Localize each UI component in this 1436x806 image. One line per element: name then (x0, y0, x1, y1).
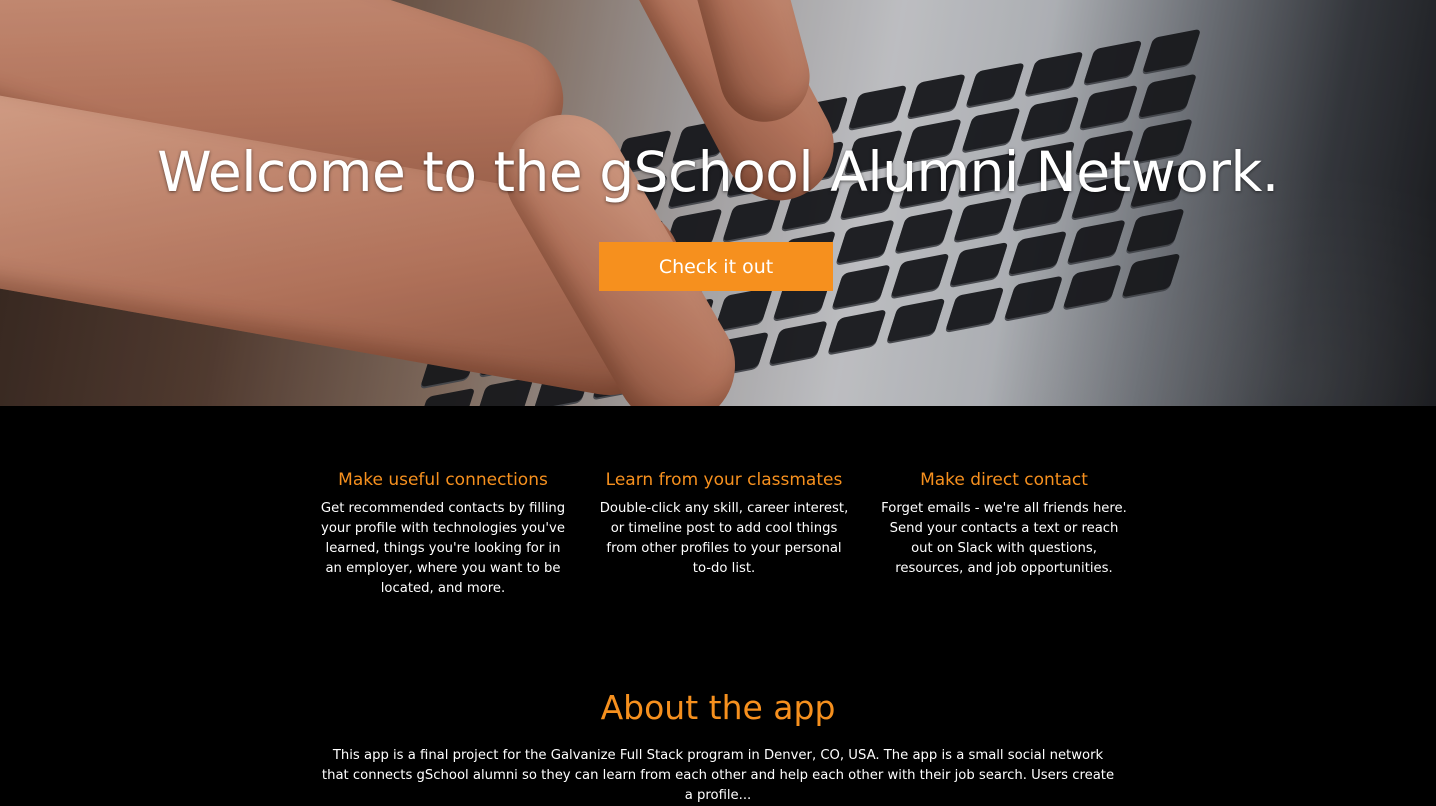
about-text: This app is a final project for the Galv… (321, 748, 1115, 803)
feature-title: Make direct contact (920, 470, 1088, 490)
hero-title: Welcome to the gSchool Alumni Network. (157, 140, 1279, 204)
feature-text: Double-click any skill, career interest,… (599, 501, 849, 576)
about-title: About the app (600, 688, 836, 727)
check-it-out-button[interactable]: Check it out (599, 242, 833, 291)
feature-text: Forget emails - we're all friends here. … (881, 501, 1127, 576)
hero-banner: Welcome to the gSchool Alumni Network. C… (0, 0, 1436, 406)
feature-title: Learn from your classmates (605, 470, 843, 490)
feature-title: Make useful connections (338, 470, 548, 490)
feature-connections: Make useful connections Get recommended … (318, 470, 568, 599)
feature-text: Get recommended contacts by filling your… (320, 501, 566, 596)
feature-classmates: Learn from your classmates Double-click … (599, 470, 849, 579)
feature-contact: Make direct contact Forget emails - we'r… (879, 470, 1129, 579)
